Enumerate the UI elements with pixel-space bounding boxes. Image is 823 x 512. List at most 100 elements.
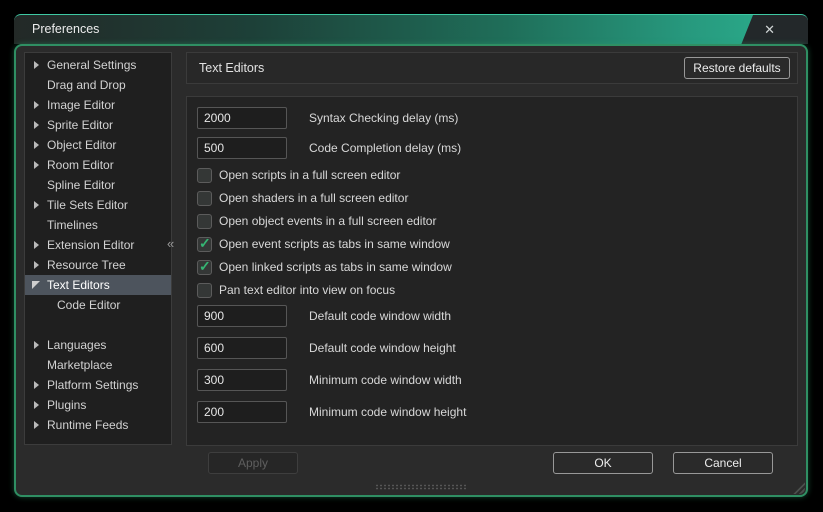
checkbox-row: Pan text editor into view on focus — [197, 282, 797, 298]
sidebar-item-languages[interactable]: Languages — [25, 335, 171, 355]
sidebar-item-resource-tree[interactable]: Resource Tree — [25, 255, 171, 275]
sidebar-item-general-settings[interactable]: General Settings — [25, 55, 171, 75]
number-input[interactable] — [197, 137, 287, 159]
sidebar-item-room-editor[interactable]: Room Editor — [25, 155, 171, 175]
sidebar-item-label: Marketplace — [47, 358, 112, 372]
number-field-row: Minimum code window height — [197, 401, 797, 423]
sidebar-item-runtime-feeds[interactable]: Runtime Feeds — [25, 415, 171, 435]
sidebar-item-label: Image Editor — [47, 98, 115, 112]
chevron-collapsed-icon — [25, 101, 47, 109]
chevron-collapsed-icon — [25, 121, 47, 129]
sidebar-item-label: General Settings — [47, 58, 136, 72]
checkbox-row: ✓ Open event scripts as tabs in same wind… — [197, 236, 797, 252]
sidebar-item-platform-settings[interactable]: Platform Settings — [25, 375, 171, 395]
chevron-collapsed-icon — [25, 421, 47, 429]
number-field-row: Code Completion delay (ms) — [197, 137, 797, 159]
sidebar-item-label: Code Editor — [57, 298, 120, 312]
field-label: Default code window height — [309, 341, 456, 355]
chevron-collapsed-icon — [25, 381, 47, 389]
collapse-sidebar-icon[interactable]: « — [167, 236, 174, 251]
restore-defaults-button[interactable]: Restore defaults — [684, 57, 790, 79]
checkbox-checked[interactable]: ✓ — [197, 260, 212, 275]
tree-spacer — [25, 315, 171, 335]
sidebar-item-timelines[interactable]: Timelines — [25, 215, 171, 235]
chevron-collapsed-icon — [25, 341, 47, 349]
checkbox-unchecked[interactable] — [197, 168, 212, 183]
field-label: Minimum code window width — [309, 373, 462, 387]
number-input[interactable] — [197, 107, 287, 129]
check-icon: ✓ — [199, 235, 211, 252]
sidebar-item-label: Text Editors — [47, 278, 110, 292]
chevron-collapsed-icon — [25, 401, 47, 409]
cancel-button[interactable]: Cancel — [673, 452, 773, 474]
chevron-collapsed-icon — [25, 261, 47, 269]
sidebar-item-label: Spline Editor — [47, 178, 115, 192]
checkbox-unchecked[interactable] — [197, 283, 212, 298]
sidebar-item-spline-editor[interactable]: Spline Editor — [25, 175, 171, 195]
field-label: Minimum code window height — [309, 405, 466, 419]
number-field-row: Syntax Checking delay (ms) — [197, 107, 797, 129]
sidebar-item-sprite-editor[interactable]: Sprite Editor — [25, 115, 171, 135]
section-header: Text Editors Restore defaults — [186, 52, 798, 84]
resize-handle-bottom[interactable] — [375, 484, 467, 490]
close-icon: ✕ — [764, 15, 775, 44]
sidebar-item-label: Resource Tree — [47, 258, 126, 272]
settings-form: Syntax Checking delay (ms) Code Completio… — [186, 96, 798, 446]
titlebar[interactable]: Preferences ✕ — [14, 14, 808, 44]
sidebar-item-label: Plugins — [47, 398, 86, 412]
preferences-dialog: Preferences ✕ General Settings Drag and D… — [14, 14, 808, 497]
checkbox-label: Pan text editor into view on focus — [219, 283, 395, 297]
sidebar-item-label: Extension Editor — [47, 238, 134, 252]
dialog-body: General Settings Drag and Drop Image Edito… — [14, 44, 808, 497]
number-input[interactable] — [197, 305, 287, 327]
sidebar-item-label: Timelines — [47, 218, 98, 232]
chevron-expanded-icon — [25, 281, 47, 289]
sidebar-item-marketplace[interactable]: Marketplace — [25, 355, 171, 375]
section-title: Text Editors — [199, 61, 684, 75]
resize-handle-corner[interactable] — [792, 481, 805, 494]
checkbox-unchecked[interactable] — [197, 214, 212, 229]
number-input[interactable] — [197, 337, 287, 359]
number-field-row: Default code window width — [197, 305, 797, 327]
sidebar-item-extension-editor[interactable]: Extension Editor — [25, 235, 171, 255]
number-field-row: Default code window height — [197, 337, 797, 359]
sidebar-item-object-editor[interactable]: Object Editor — [25, 135, 171, 155]
sidebar-item-label: Platform Settings — [47, 378, 138, 392]
sidebar-item-label: Sprite Editor — [47, 118, 113, 132]
sidebar-item-image-editor[interactable]: Image Editor — [25, 95, 171, 115]
checkbox-label: Open linked scripts as tabs in same wind… — [219, 260, 452, 274]
chevron-collapsed-icon — [25, 61, 47, 69]
chevron-collapsed-icon — [25, 201, 47, 209]
sidebar-item-text-editors[interactable]: Text Editors — [25, 275, 171, 295]
sidebar-item-label: Runtime Feeds — [47, 418, 128, 432]
sidebar-item-label: Drag and Drop — [47, 78, 126, 92]
field-label: Code Completion delay (ms) — [309, 141, 461, 155]
sidebar-item-tile-sets-editor[interactable]: Tile Sets Editor — [25, 195, 171, 215]
checkbox-row: ✓ Open linked scripts as tabs in same win… — [197, 259, 797, 275]
settings-tree: General Settings Drag and Drop Image Edito… — [24, 52, 172, 445]
checkbox-row: Open scripts in a full screen editor — [197, 167, 797, 183]
chevron-collapsed-icon — [25, 161, 47, 169]
ok-button[interactable]: OK — [553, 452, 653, 474]
field-label: Default code window width — [309, 309, 451, 323]
number-field-row: Minimum code window width — [197, 369, 797, 391]
checkbox-label: Open scripts in a full screen editor — [219, 168, 400, 182]
number-input[interactable] — [197, 369, 287, 391]
screen: Preferences ✕ General Settings Drag and D… — [0, 0, 823, 512]
sidebar-item-label: Object Editor — [47, 138, 116, 152]
field-label: Syntax Checking delay (ms) — [309, 111, 458, 125]
checkbox-checked[interactable]: ✓ — [197, 237, 212, 252]
window-title: Preferences — [32, 15, 99, 44]
sidebar-item-code-editor[interactable]: Code Editor — [25, 295, 171, 315]
chevron-collapsed-icon — [25, 141, 47, 149]
number-input[interactable] — [197, 401, 287, 423]
chevron-collapsed-icon — [25, 241, 47, 249]
apply-button[interactable]: Apply — [208, 452, 298, 474]
checkbox-label: Open event scripts as tabs in same windo… — [219, 237, 450, 251]
checkbox-row: Open shaders in a full screen editor — [197, 190, 797, 206]
checkbox-row: Open object events in a full screen edit… — [197, 213, 797, 229]
sidebar-item-label: Room Editor — [47, 158, 114, 172]
checkbox-unchecked[interactable] — [197, 191, 212, 206]
sidebar-item-drag-and-drop[interactable]: Drag and Drop — [25, 75, 171, 95]
sidebar-item-plugins[interactable]: Plugins — [25, 395, 171, 415]
